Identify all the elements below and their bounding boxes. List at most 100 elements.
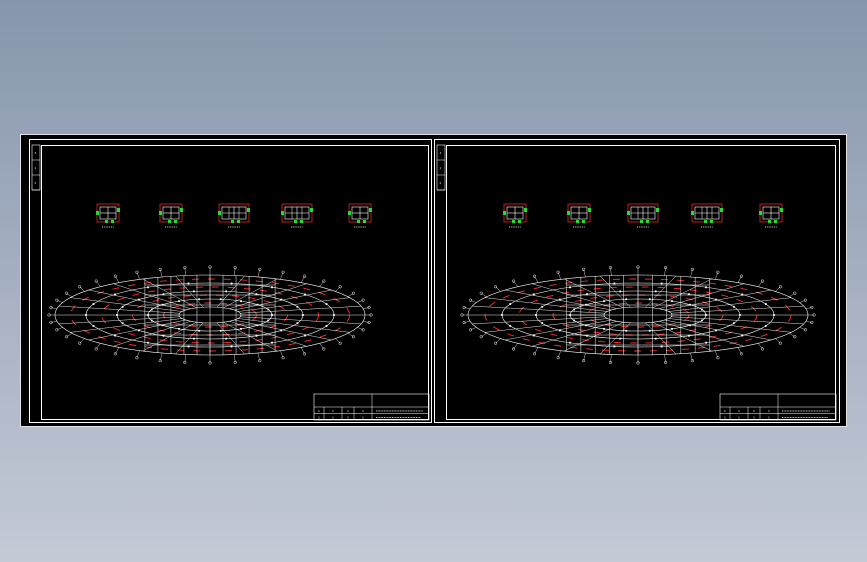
radial-line <box>645 322 676 355</box>
radial-line <box>175 275 204 308</box>
radial-line <box>70 318 183 333</box>
column-detail <box>348 203 372 228</box>
axis-bubble <box>64 291 69 295</box>
column-node <box>271 341 273 344</box>
column-node <box>150 319 153 322</box>
column-node <box>619 290 622 293</box>
drawing-canvas[interactable]: 3 1 2 1 1 1 1 1 1 1 1 3 1 2 1 1 1 1 1 1 1 1 <box>20 134 847 427</box>
column-node <box>198 298 201 301</box>
column-detail-part <box>363 220 366 223</box>
column-node <box>715 329 718 332</box>
column-node <box>230 345 233 348</box>
column-node <box>162 293 165 296</box>
column-detail-part <box>369 208 372 212</box>
column-detail-part <box>588 208 591 212</box>
column-detail-part <box>646 220 649 223</box>
column-detail-part <box>720 208 723 212</box>
column-detail-part <box>774 220 777 223</box>
column-node <box>654 337 657 340</box>
title-block-cell: 1 <box>753 409 755 413</box>
column-node <box>255 293 258 296</box>
column-node <box>280 329 283 332</box>
title-block-cell: 1 <box>318 416 320 420</box>
column-node <box>147 341 149 344</box>
axis-bubble <box>739 352 744 356</box>
column-detail <box>96 203 120 228</box>
column-detail-part <box>512 220 515 223</box>
column-node <box>161 324 164 327</box>
title-block-cell: 1 <box>332 409 334 413</box>
radial-line <box>216 275 245 308</box>
radial-line <box>472 316 605 325</box>
column-detail <box>567 203 591 228</box>
column-node <box>688 334 690 337</box>
framing-plan <box>460 265 816 365</box>
title-block-cell: 1 <box>753 416 755 420</box>
column-node <box>700 319 703 322</box>
axis-leader <box>775 338 781 344</box>
axis-bubble <box>556 356 560 360</box>
column-node <box>671 327 673 330</box>
column-node <box>256 303 259 306</box>
column-node <box>92 325 95 327</box>
title-block-cell: 1 <box>768 416 770 420</box>
column-detail <box>691 203 723 228</box>
column-node <box>225 337 228 340</box>
column-node <box>137 298 140 301</box>
title-block-cell: 1 <box>347 409 349 413</box>
column-node <box>558 329 561 332</box>
column-node <box>267 319 270 322</box>
column-node <box>240 327 242 330</box>
column-node <box>558 298 561 301</box>
column-node <box>535 314 537 316</box>
column-node <box>187 282 190 285</box>
column-detail-part <box>503 211 506 215</box>
radial-line <box>671 305 804 314</box>
column-node <box>603 300 605 303</box>
side-label-text: 1 <box>35 166 37 170</box>
column-detail-part <box>117 208 120 212</box>
column-node <box>671 300 673 303</box>
column-node <box>573 308 576 311</box>
sheet-drawing: 3 1 2 1 1 1 1 1 1 1 1 <box>31 144 430 421</box>
column-node <box>501 314 503 316</box>
drawing-sheet-right: 3 1 2 1 1 1 1 1 1 1 1 <box>434 139 840 423</box>
column-detail-part <box>111 220 114 223</box>
column-node <box>732 322 735 325</box>
column-detail <box>159 203 183 228</box>
column-node <box>230 282 233 285</box>
axis-bubble <box>351 335 356 339</box>
axis-bubble <box>803 298 807 302</box>
column-detail-part <box>96 211 99 215</box>
radial-line <box>70 297 183 312</box>
column-node <box>654 290 657 293</box>
side-label-text: 3 <box>35 151 37 155</box>
column-detail-part <box>627 211 630 215</box>
drawing-sheet-left: 3 1 2 1 1 1 1 1 1 1 1 <box>29 139 432 423</box>
column-node <box>741 293 744 296</box>
column-node <box>192 337 195 340</box>
column-node <box>114 293 116 296</box>
axis-leader <box>495 338 501 344</box>
title-block-cell: 1 <box>347 416 349 420</box>
axis-bubble <box>793 291 797 295</box>
axis-bubble <box>511 347 516 351</box>
column-node <box>619 337 622 340</box>
column-detail-part <box>281 211 284 215</box>
column-node <box>541 305 544 308</box>
side-label-text: 3 <box>440 151 442 155</box>
axis-bubble <box>64 335 69 339</box>
radial-line <box>240 305 362 314</box>
column-node <box>586 334 588 337</box>
radial-line <box>237 318 350 333</box>
column-node <box>660 345 663 348</box>
column-node <box>192 290 195 293</box>
axis-bubble <box>303 274 307 278</box>
axis-bubble <box>556 270 560 274</box>
column-node <box>121 322 124 325</box>
column-node <box>256 324 259 327</box>
radial-line <box>668 318 792 333</box>
title-block-cell: 1 <box>318 409 320 413</box>
column-detail-part <box>105 220 108 223</box>
column-node <box>569 286 571 289</box>
